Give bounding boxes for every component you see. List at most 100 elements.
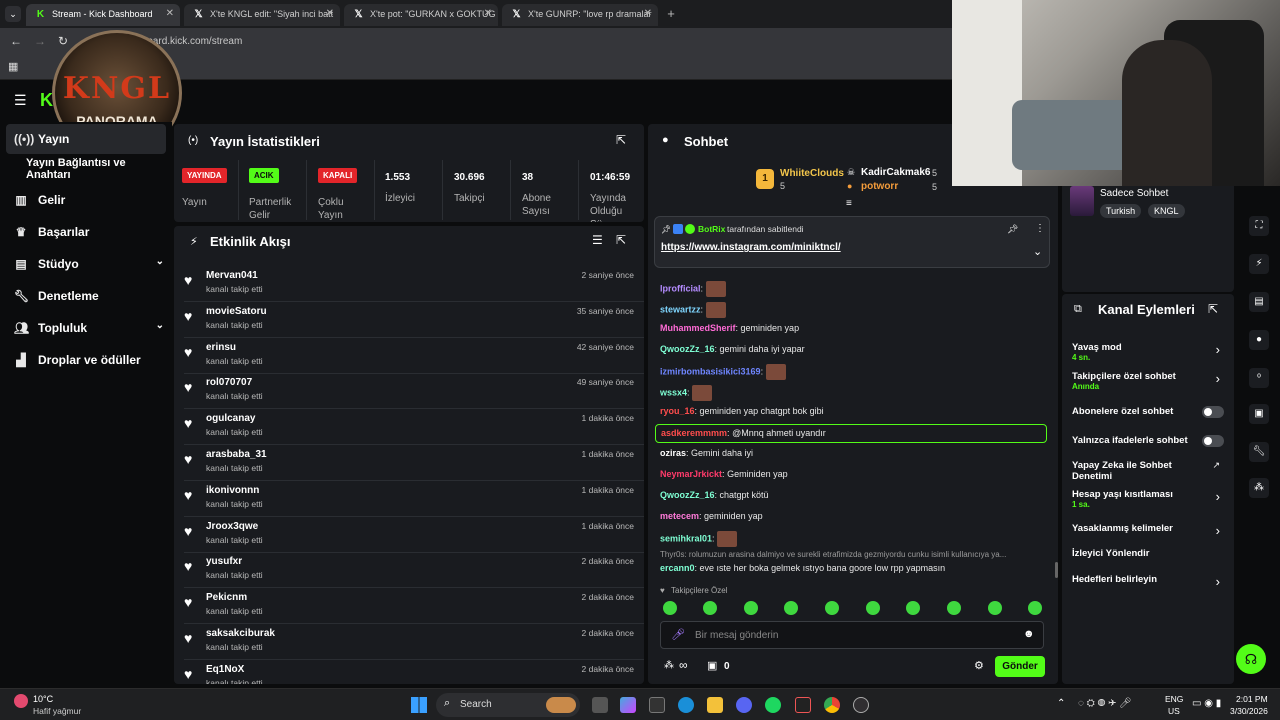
help-button[interactable]: ☊ [1236,644,1266,674]
file-explorer-icon[interactable] [707,697,723,713]
emoji-icon[interactable]: ☻ [1023,628,1035,640]
chat-username[interactable]: ryou_16 [660,406,695,416]
reload-icon[interactable]: ↻ [58,34,68,48]
chat-input-box[interactable]: 🎤︎ Bir mesaj gönderin ☻ [660,621,1044,649]
channel-action-row[interactable]: Yapay Zeka ile Sohbet Denetimi ↗ [1072,460,1224,482]
chrome-icon[interactable] [824,697,840,713]
mic-icon[interactable]: 🎤︎ [671,628,685,641]
language-label[interactable]: ENG [1165,694,1183,704]
chat-username[interactable]: QwoozZz_16 [660,490,715,500]
event-username[interactable]: yusufxr [206,556,242,567]
chat-scrollbar[interactable] [1055,562,1058,578]
browser-tab-x-1[interactable]: 𝕏 X'te KNGL edit: "Siyah inci batt ✕ [184,4,340,26]
popout-icon[interactable]: ⇱ [1208,302,1218,316]
clock-time[interactable]: 2:01 PM [1236,694,1268,704]
event-username[interactable]: erinsu [206,342,236,353]
emote-icon[interactable] [906,601,920,615]
sidebar-item-droplar[interactable]: ▟ Droplar ve ödüller [14,348,140,372]
emote-icon[interactable] [825,601,839,615]
event-username[interactable]: Pekicnm [206,592,247,603]
chevron-down-icon[interactable]: ⌄ [1033,245,1042,258]
chevron-right-icon[interactable]: › [1216,371,1220,386]
users-icon[interactable]: ⁂ [1249,478,1269,498]
windows-start-icon[interactable] [411,697,427,713]
send-button[interactable]: Gönder [995,656,1045,677]
tag-kngl[interactable]: KNGL [1148,204,1185,218]
close-icon[interactable]: ✕ [166,8,174,19]
channel-action-row[interactable]: Abonelere özel sohbet [1072,406,1224,418]
channel-action-row[interactable]: Takipçilere özel sohbet Anında › [1072,371,1224,391]
event-username[interactable]: movieSatoru [206,306,267,317]
toggle-switch[interactable] [1202,435,1224,447]
tab-menu-button[interactable]: ⌄ [5,6,21,22]
spotify-icon[interactable] [765,697,781,713]
app-icon[interactable] [795,697,811,713]
tag-turkish[interactable]: Turkish [1100,204,1142,218]
forward-icon[interactable]: → [34,34,46,48]
event-username[interactable]: ogulcanay [206,413,255,424]
channel-action-row[interactable]: Hedefleri belirleyin › [1072,574,1224,589]
chat-username[interactable]: QwoozZz_16 [660,344,715,354]
external-link-icon[interactable]: ↗ [1212,460,1220,471]
system-tray-icons[interactable]: ▭ ◉ ▮ [1192,698,1221,709]
emote-icon[interactable] [1028,601,1042,615]
event-username[interactable]: Mervan041 [206,270,258,281]
channel-action-row[interactable]: İzleyici Yönlendir [1072,548,1224,559]
document-icon[interactable]: ▤ [1249,292,1269,312]
channel-action-row[interactable]: Yalnızca ifadelerle sohbet [1072,435,1224,447]
broadcast-icon[interactable]: ᵒ [1249,368,1269,388]
chat-username[interactable]: asdkeremmmm [661,428,727,438]
sidebar-item-gelir[interactable]: ▥ Gelir [14,188,65,212]
emote-icon[interactable] [663,601,677,615]
lightning-icon[interactable]: ⚡︎ [1249,254,1269,274]
chevron-right-icon[interactable]: › [1216,489,1220,504]
chevron-right-icon[interactable]: › [1216,574,1220,589]
event-username[interactable]: saksakciburak [206,628,275,639]
supporter-name[interactable]: potworr [861,181,898,192]
sidebar-item-denetleme[interactable]: 🔧︎ Denetleme [14,284,99,308]
toggle-switch[interactable] [1202,406,1224,418]
supporter-name[interactable]: KadirCakmak6 [861,167,930,178]
chat-username[interactable]: ercann0 [660,563,695,573]
region-label[interactable]: US [1168,706,1180,716]
chevron-right-icon[interactable]: › [1216,342,1220,357]
card-icon[interactable]: ▣ [1249,404,1269,424]
edge-icon[interactable] [678,697,694,713]
event-username[interactable]: arasbaba_31 [206,449,267,460]
users-icon[interactable]: ⁂ [664,660,674,671]
emote-icon[interactable] [947,601,961,615]
channel-action-row[interactable]: Hesap yaşı kısıtlaması 1 sa. › [1072,489,1224,509]
new-tab-button[interactable]: + [663,6,679,22]
fullscreen-icon[interactable]: ⛶ [1249,216,1269,236]
popout-icon[interactable]: ⇱ [616,133,626,147]
chat-username[interactable]: wssx4 [660,387,687,397]
chat-username[interactable]: oziras [660,448,686,458]
hamburger-menu-icon[interactable]: ☰ [14,92,27,109]
apps-grid-icon[interactable]: ▦ [8,60,18,73]
emote-icon[interactable] [784,601,798,615]
sidebar-item-yayin-baglantisi[interactable]: Yayın Bağlantısı ve Anahtarı [26,157,172,181]
chat-username[interactable]: MuhammedSherif [660,323,736,333]
chat-username[interactable]: lprofficial [660,283,701,293]
more-options-icon[interactable]: ⋮ [1035,223,1045,234]
weather-temp[interactable]: 10°C [33,694,53,704]
obs-icon[interactable] [853,697,869,713]
chat-username[interactable]: metecem [660,511,699,521]
task-view-icon[interactable] [592,697,608,713]
infinity-icon[interactable]: ∞ [679,658,688,672]
chat-username[interactable]: NeymarJrkickt [660,469,722,479]
event-username[interactable]: Eq1NoX [206,664,244,675]
weather-desc[interactable]: Hafif yağmur [33,706,81,716]
back-icon[interactable]: ← [10,34,22,48]
pinned-link[interactable]: https://www.instagram.com/miniktncl/ [661,242,841,253]
popout-icon[interactable]: ⇱ [616,233,626,247]
channel-action-row[interactable]: Yavaş mod 4 sn. › [1072,342,1224,362]
emote-icon[interactable] [744,601,758,615]
channel-action-row[interactable]: Yasaklanmış kelimeler › [1072,523,1224,538]
sidebar-item-studyo[interactable]: ▤ Stüdyo ⌄ [14,252,164,276]
chevron-right-icon[interactable]: › [1216,523,1220,538]
discord-icon[interactable] [736,697,752,713]
tray-chevron-icon[interactable]: ⌃ [1057,698,1065,709]
calculator-icon[interactable] [649,697,665,713]
close-icon[interactable]: ✕ [484,8,492,19]
